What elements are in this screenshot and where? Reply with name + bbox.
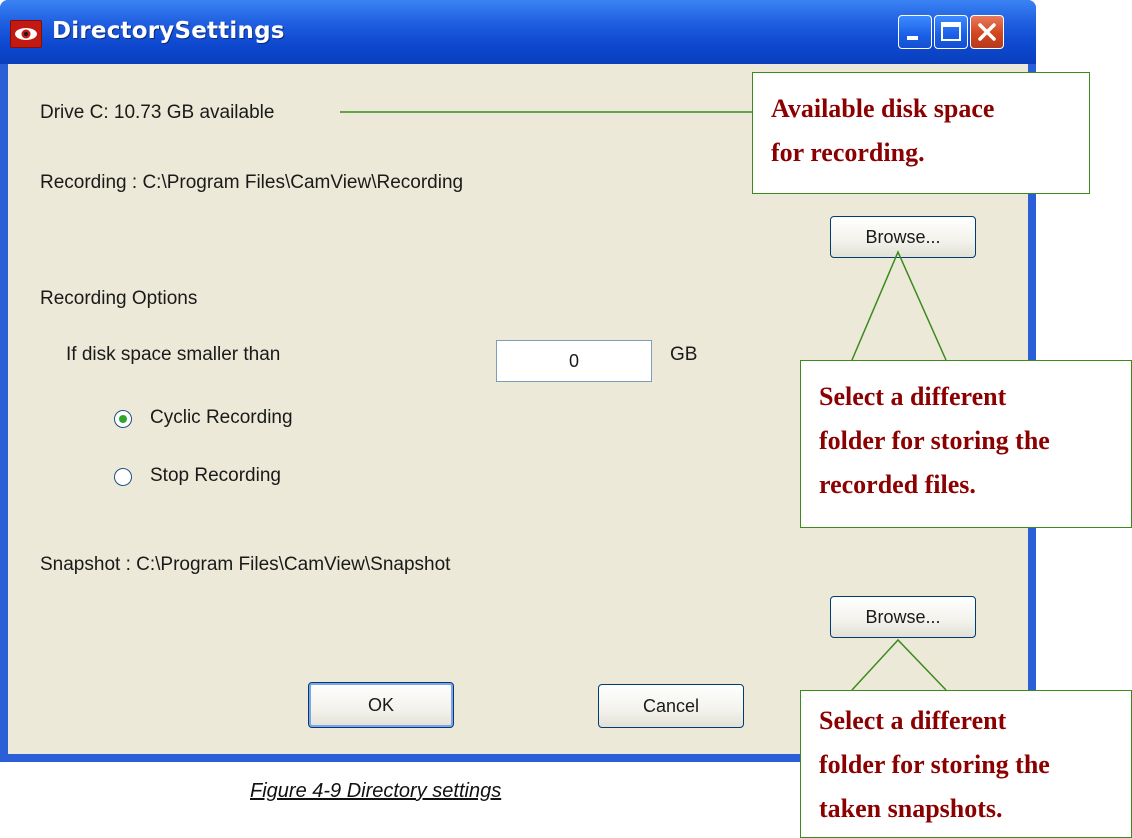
callout-recording-folder: Select a different folder for storing th… [800,360,1132,528]
callout-line: for recording. [771,138,925,167]
recording-options-heading: Recording Options [40,288,198,309]
callout-line: recorded files. [819,470,976,499]
callout-snapshot-folder: Select a different folder for storing th… [800,690,1132,838]
figure-caption: Figure 4-9 Directory settings [250,780,502,802]
threshold-label: If disk space smaller than [66,344,281,365]
disk-threshold-input[interactable]: 0 [496,340,652,382]
callout-line: folder for storing the [819,750,1050,779]
radio-selected-dot [119,415,127,423]
maximize-icon [941,22,961,41]
cyclic-recording-label[interactable]: Cyclic Recording [150,407,293,429]
recording-path-label: Recording : C:\Program Files\CamView\Rec… [40,172,464,193]
title-bar[interactable]: DirectorySettings [0,0,1036,64]
maximize-button[interactable] [934,15,968,49]
callout-line: folder for storing the [819,426,1050,455]
callout-disk-space: Available disk space for recording. [752,72,1090,194]
ok-button[interactable]: OK [308,682,454,728]
recording-browse-button[interactable]: Browse... [830,216,976,258]
minimize-button[interactable] [898,15,932,49]
callout-line: Select a different [819,706,1007,735]
stop-recording-radio[interactable] [114,468,132,486]
window-title: DirectorySettings [52,18,285,44]
app-eye-icon [10,20,42,48]
cyclic-recording-radio[interactable] [114,410,132,428]
stop-recording-label[interactable]: Stop Recording [150,465,281,487]
snapshot-path-label: Snapshot : C:\Program Files\CamView\Snap… [40,554,451,575]
callout-line: taken snapshots. [819,794,1003,823]
snapshot-browse-button[interactable]: Browse... [830,596,976,638]
callout-line: Available disk space [771,94,995,123]
close-icon [978,23,996,41]
close-button[interactable] [970,15,1004,49]
drive-space-label: Drive C: 10.73 GB available [40,102,275,123]
callout-line: Select a different [819,382,1007,411]
cancel-button[interactable]: Cancel [598,684,744,728]
threshold-unit-label: GB [670,344,698,365]
minimize-icon [907,36,918,40]
